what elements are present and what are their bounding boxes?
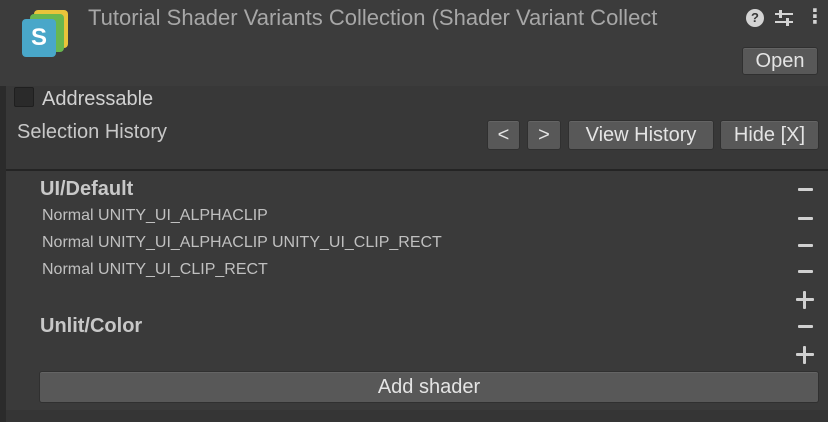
open-button[interactable]: Open [742, 47, 818, 75]
remove-shader-icon[interactable] [798, 325, 813, 328]
remove-variant-icon[interactable] [798, 270, 813, 273]
remove-variant-icon[interactable] [798, 217, 813, 220]
preset-sliders-icon[interactable] [773, 8, 795, 28]
icon-sheet-front: S [22, 19, 56, 57]
history-forward-button[interactable]: > [527, 120, 561, 150]
add-shader-button[interactable]: Add shader [39, 371, 819, 403]
remove-shader-icon[interactable] [798, 188, 813, 191]
shader-name: Unlit/Color [40, 315, 143, 337]
add-variant-icon[interactable] [796, 291, 814, 309]
shader-name: UI/Default [40, 178, 134, 200]
variant-row: Normal UNITY_UI_CLIP_RECT [42, 261, 268, 278]
help-icon[interactable]: ? [746, 9, 764, 27]
shader-variant-collection-icon: S [22, 10, 70, 58]
addressable-checkbox[interactable] [14, 87, 34, 107]
view-history-button[interactable]: View History [568, 120, 714, 150]
history-back-button[interactable]: < [487, 120, 520, 150]
selection-history-label: Selection History [17, 121, 168, 143]
hide-history-button[interactable]: Hide [X] [720, 120, 819, 150]
variant-row: Normal UNITY_UI_ALPHACLIP UNITY_UI_CLIP_… [42, 234, 442, 251]
remove-variant-icon[interactable] [798, 244, 813, 247]
addressable-label: Addressable [42, 88, 154, 110]
bottom-strip [6, 410, 828, 422]
inspector-header: S Tutorial Shader Variants Collection (S… [0, 0, 828, 86]
variant-row: Normal UNITY_UI_ALPHACLIP [42, 207, 268, 224]
kebab-menu-icon[interactable]: ⋮ [805, 4, 825, 30]
inspector-title: Tutorial Shader Variants Collection (Sha… [88, 5, 658, 30]
add-variant-icon[interactable] [796, 346, 814, 364]
